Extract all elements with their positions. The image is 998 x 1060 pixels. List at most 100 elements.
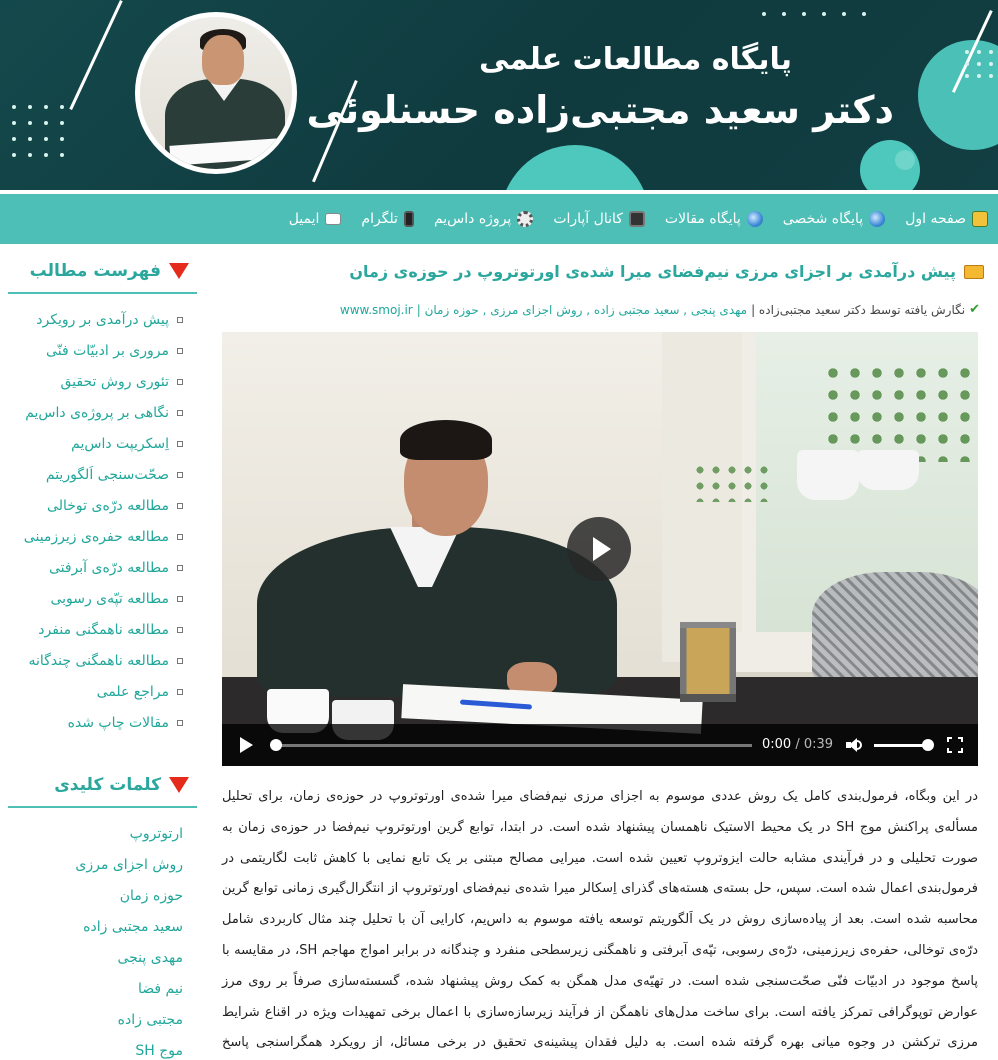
- toc-item[interactable]: مطالعه درّه‌ی آبرفتی: [0, 552, 183, 583]
- bullet-icon: [177, 719, 183, 726]
- nav-item-label: پروژه داس‌یم: [433, 211, 512, 227]
- toc-item[interactable]: مطالعه ناهمگنی چندگانه: [0, 645, 183, 676]
- volume-icon[interactable]: [846, 737, 862, 753]
- header-banner: پایگاه مطالعات علمی دکتر سعید مجتبی‌زاده…: [0, 0, 998, 190]
- time-display: 0:00 / 0:39: [762, 737, 834, 752]
- keyword-link[interactable]: موج SH: [0, 1035, 183, 1060]
- post-title-text: پیش درآمدی بر اجزای مرزی نیم‌فضای میرا ش…: [349, 262, 956, 281]
- seek-bar[interactable]: [272, 744, 752, 747]
- nav-item-home[interactable]: صفحه اول: [905, 211, 988, 227]
- keyword-link[interactable]: سعید مجتبی زاده: [0, 911, 183, 942]
- bullet-icon: [177, 378, 183, 385]
- decor-dots: [12, 105, 64, 157]
- keywords-heading: کلمات کلیدی: [0, 772, 205, 798]
- meta-tags[interactable]: مهدی پنجی , سعید مجتبی زاده , روش اجزای …: [417, 303, 747, 317]
- nav-item-label: کانال آپارات: [553, 211, 623, 227]
- check-icon: ✔: [969, 302, 980, 317]
- nav-item-aparat-channel[interactable]: کانال آپارات: [553, 211, 645, 227]
- nav-item-personal-site[interactable]: پایگاه شخصی: [782, 211, 886, 227]
- toc-item-label: مطالعه ناهمگنی منفرد: [38, 621, 169, 638]
- toc-item-label: مطالعه تپّه‌ی رسوبی: [50, 590, 169, 607]
- toc-item-label: مطالعه درّه‌ی توخالی: [47, 497, 169, 514]
- bullet-icon: [177, 409, 183, 416]
- bullet-icon: [177, 595, 183, 602]
- toc-item[interactable]: تئوری روش تحقیق: [0, 366, 183, 397]
- toc-item-label: مطالعه درّه‌ی آبرفتی: [48, 559, 169, 576]
- toc-item[interactable]: مطالعه ناهمگنی منفرد: [0, 614, 183, 645]
- toc-item[interactable]: مروری بر ادبیّات فنّی: [0, 335, 183, 366]
- toc-item[interactable]: صحّت‌سنجی اَلگوریتم: [0, 459, 183, 490]
- bullet-icon: [177, 626, 183, 633]
- current-time: 0:00: [762, 737, 792, 752]
- decor-circle: [895, 150, 915, 170]
- volume-handle[interactable]: [922, 739, 934, 751]
- toc-item[interactable]: اِسکریپت داس‌یم: [0, 428, 183, 459]
- sidebar: فهرست مطالب پیش درآمدی بر رویکرد مروری ب…: [0, 244, 205, 1060]
- toc-item[interactable]: مطالعه حفره‌ی زیرزمینی: [0, 521, 183, 552]
- keyword-link[interactable]: نیم فضا: [0, 973, 183, 1004]
- fullscreen-icon[interactable]: [947, 737, 963, 753]
- toc-title: فهرست مطالب: [29, 261, 161, 281]
- video-controls: 0:00 / 0:39: [222, 724, 978, 766]
- nav-item-label: صفحه اول: [905, 211, 966, 227]
- home-icon: [972, 211, 988, 227]
- keyword-link[interactable]: روش اجزای مرزی: [0, 849, 183, 880]
- keyword-link[interactable]: حوزه زمان: [0, 880, 183, 911]
- toc-item[interactable]: مطالعه درّه‌ی توخالی: [0, 490, 183, 521]
- meta-site-link[interactable]: www.smoj.ir: [340, 303, 413, 317]
- nav-item-dasym-project[interactable]: پروژه داس‌یم: [433, 211, 534, 227]
- author-avatar: [135, 12, 297, 174]
- toc-item-label: پیش درآمدی بر رویکرد: [36, 311, 169, 328]
- site-title: پایگاه مطالعات علمی: [479, 42, 792, 77]
- toc-item[interactable]: مطالعه تپّه‌ی رسوبی: [0, 583, 183, 614]
- meta-author: نگارش یافته توسط دکتر سعید مجتبی‌زاده |: [751, 302, 966, 317]
- triangle-marker-icon: [169, 263, 189, 279]
- decor-circle: [500, 145, 650, 190]
- decor-dots: [762, 12, 866, 16]
- nav-item-label: پایگاه مقالات: [664, 211, 741, 227]
- toc-item-label: مقالات چاپ شده: [67, 714, 169, 731]
- site-subtitle: دکتر سعید مجتبی‌زاده حسنلوئی: [306, 88, 894, 132]
- video-player[interactable]: 0:00 / 0:39: [222, 332, 978, 766]
- globe-icon: [746, 211, 763, 227]
- folder-icon: [964, 264, 984, 279]
- play-icon[interactable]: [240, 737, 253, 753]
- seek-handle[interactable]: [270, 739, 282, 751]
- nav-item-articles-site[interactable]: پایگاه مقالات: [665, 211, 763, 227]
- phone-icon: [403, 211, 414, 227]
- plant-decor: [692, 462, 772, 502]
- big-play-button[interactable]: [567, 517, 631, 581]
- post-title[interactable]: پیش درآمدی بر اجزای مرزی نیم‌فضای میرا ش…: [349, 262, 984, 281]
- toc-item[interactable]: نگاهی بر پروژه‌ی داس‌یم: [0, 397, 183, 428]
- nav-item-email[interactable]: ایمیل: [289, 211, 342, 227]
- bullet-icon: [177, 347, 183, 354]
- nav-item-label: پایگاه شخصی: [782, 211, 864, 227]
- mail-icon: [325, 213, 342, 225]
- globe-icon: [869, 211, 886, 227]
- nav-item-label: تلگرام: [361, 211, 398, 227]
- toc-item-label: مطالعه حفره‌ی زیرزمینی: [23, 528, 169, 545]
- plant-decor: [822, 362, 972, 462]
- bullet-icon: [177, 688, 183, 695]
- bullet-icon: [177, 471, 183, 478]
- toc-item-label: مروری بر ادبیّات فنّی: [46, 342, 169, 359]
- keyword-link[interactable]: مهدی پنجی: [0, 942, 183, 973]
- nav-item-telegram[interactable]: تلگرام: [361, 211, 414, 227]
- nav-item-label: ایمیل: [288, 211, 320, 227]
- bullet-icon: [177, 502, 183, 509]
- toc-item[interactable]: مراجع علمی: [0, 676, 183, 707]
- toc-item-label: مراجع علمی: [96, 683, 169, 700]
- toc-item[interactable]: پیش درآمدی بر رویکرد: [0, 304, 183, 335]
- divider: [8, 292, 197, 294]
- bullet-icon: [177, 440, 183, 447]
- keyword-link[interactable]: مجتبی زاده: [0, 1004, 183, 1035]
- keyword-link[interactable]: ارتوتروپ: [0, 818, 183, 849]
- toc-item[interactable]: مقالات چاپ شده: [0, 707, 183, 738]
- toc-item-label: تئوری روش تحقیق: [60, 373, 170, 390]
- decor-line: [69, 0, 123, 111]
- divider: [8, 806, 197, 808]
- toc-item-label: اِسکریپت داس‌یم: [71, 435, 169, 452]
- film-icon: [628, 211, 645, 227]
- article-body: در این وبگاه، فرمول‌بندی کامل یک روش عدد…: [222, 789, 979, 1051]
- toc-list: پیش درآمدی بر رویکرد مروری بر ادبیّات فن…: [0, 304, 205, 738]
